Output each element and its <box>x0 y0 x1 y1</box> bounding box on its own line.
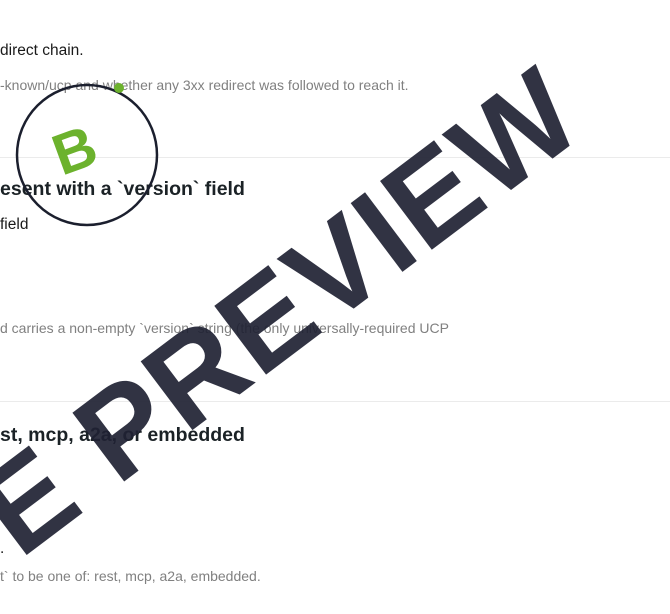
check-subtitle: field <box>0 216 29 233</box>
check-summary: . <box>0 540 5 557</box>
check-title: st, mcp, a2a, or embedded <box>0 424 245 446</box>
section-divider <box>0 157 670 158</box>
report-page: direct chain. -known/ucp and whether any… <box>0 0 670 614</box>
section-divider <box>0 401 670 402</box>
check-title: esent with a `version` field <box>0 178 245 200</box>
check-summary: direct chain. <box>0 42 84 59</box>
check-detail: d carries a non-empty `version` string (… <box>0 320 449 336</box>
grade-badge-letter: B <box>43 112 106 189</box>
check-detail: t` to be one of: rest, mcp, a2a, embedde… <box>0 568 261 584</box>
watermark-text: E PREVIEW <box>0 42 605 582</box>
check-detail: -known/ucp and whether any 3xx redirect … <box>0 77 409 93</box>
